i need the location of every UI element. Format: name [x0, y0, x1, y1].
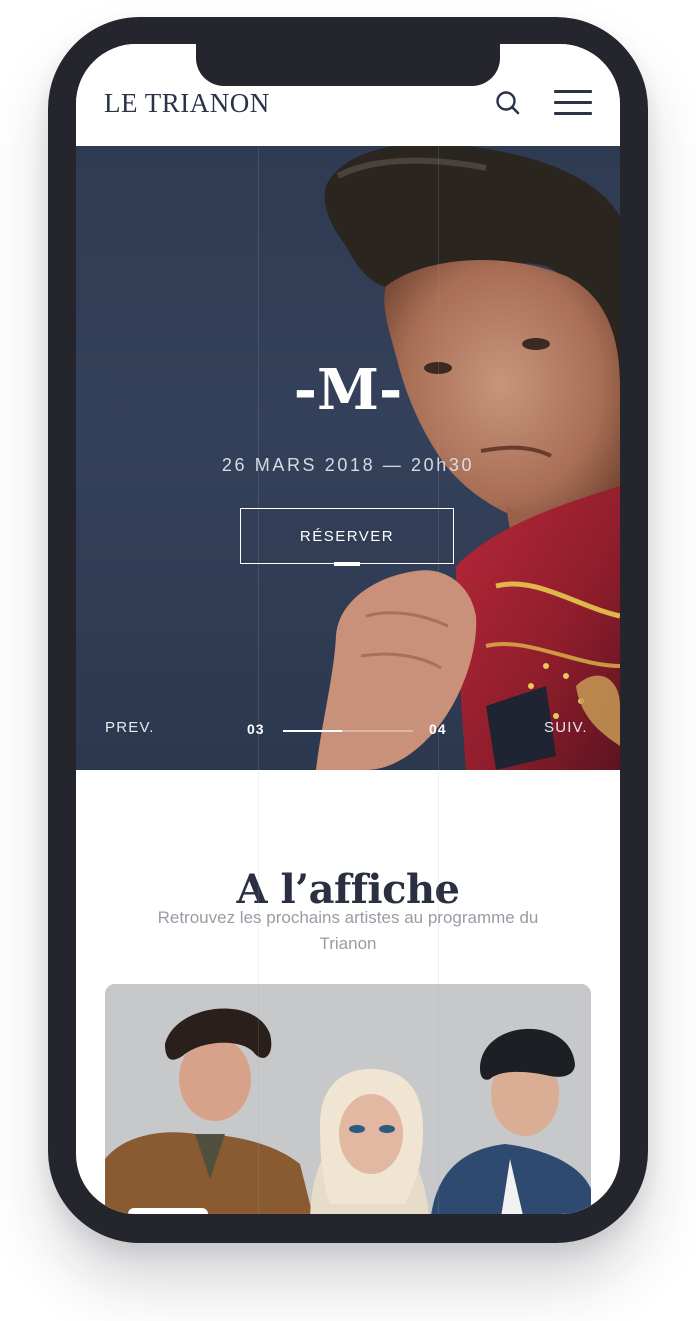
event-card-tag [128, 1208, 208, 1214]
event-card[interactable] [105, 984, 591, 1214]
section-subtitle: Retrouvez les prochains artistes au prog… [157, 908, 539, 953]
hamburger-menu-icon[interactable] [554, 90, 592, 118]
reserve-underline [334, 562, 360, 566]
phone-screen: LE TRIANON -M- 26 MARS 2018 — 20h30 RÉSE… [76, 44, 620, 1214]
phone-notch [196, 44, 500, 86]
hero-event-date: 26 MARS 2018 — 20h30 [221, 455, 475, 475]
slider-progress-fill [283, 730, 342, 732]
slider-progress-track [283, 730, 413, 732]
slider-prev-button[interactable]: PREV. [105, 719, 155, 736]
hero-slider: -M- 26 MARS 2018 — 20h30 RÉSERVER PREV. … [76, 146, 620, 770]
grid-guide-line [258, 146, 259, 1214]
reserve-button[interactable]: RÉSERVER [240, 508, 454, 564]
slide-current-number: 03 [247, 721, 265, 737]
slider-next-button[interactable]: SUIV. [544, 719, 588, 736]
hero-artist-name: -M- [293, 357, 403, 423]
event-card-photo [105, 984, 591, 1214]
site-logo[interactable]: LE TRIANON [104, 88, 270, 118]
reserve-button-label: RÉSERVER [299, 527, 395, 545]
grid-guide-line [438, 146, 439, 1214]
search-icon[interactable] [494, 88, 524, 118]
